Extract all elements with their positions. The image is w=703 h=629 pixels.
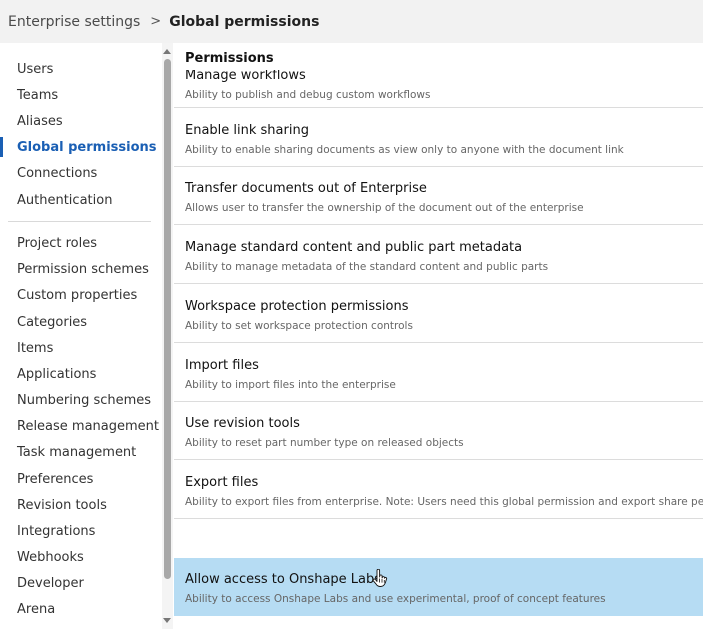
- scroll-up-arrow-icon[interactable]: [163, 49, 171, 54]
- permission-title: Allow access to Onshape Labs: [185, 572, 382, 587]
- sidebar-item-categories[interactable]: Categories: [17, 315, 87, 331]
- sidebar-item-webhooks[interactable]: Webhooks: [17, 550, 84, 566]
- permission-description: Allows user to transfer the ownership of…: [185, 202, 584, 214]
- permission-title: Use revision tools: [185, 416, 300, 431]
- sidebar-item-permission-schemes[interactable]: Permission schemes: [17, 262, 149, 278]
- sidebar-item-release-management[interactable]: Release management: [17, 419, 159, 435]
- sidebar-item-project-roles[interactable]: Project roles: [17, 236, 97, 252]
- permission-description: Ability to import files into the enterpr…: [185, 379, 396, 391]
- permission-title: Enable link sharing: [185, 123, 309, 138]
- permission-description: Ability to enable sharing documents as v…: [185, 144, 624, 156]
- permission-row-transfer-documents[interactable]: Transfer documents out of Enterprise All…: [174, 167, 703, 225]
- permission-description: Ability to set workspace protection cont…: [185, 320, 413, 332]
- permission-title: Transfer documents out of Enterprise: [185, 181, 427, 196]
- scroll-down-arrow-icon[interactable]: [163, 618, 171, 623]
- permission-title: Workspace protection permissions: [185, 299, 409, 314]
- sidebar-divider: [8, 221, 151, 222]
- breadcrumb: Enterprise settings > Global permissions: [0, 0, 703, 43]
- permission-description: Ability to access Onshape Labs and use e…: [185, 593, 606, 605]
- sidebar-item-teams[interactable]: Teams: [17, 88, 58, 104]
- permission-row-onshape-labs[interactable]: Allow access to Onshape Labs Ability to …: [174, 558, 703, 616]
- scrollbar-thumb[interactable]: [164, 59, 171, 579]
- active-item-marker: [0, 137, 3, 157]
- permission-title: Export files: [185, 475, 259, 490]
- sidebar-item-applications[interactable]: Applications: [17, 367, 96, 383]
- page-title: Global permissions: [169, 13, 320, 30]
- permission-description: Ability to reset part number type on rel…: [185, 437, 464, 449]
- hand-pointer-icon: [372, 569, 388, 587]
- sidebar-item-global-permissions[interactable]: Global permissions: [17, 140, 157, 156]
- permission-row-manage-standard-content[interactable]: Manage standard content and public part …: [174, 226, 703, 284]
- sidebar-scrollbar[interactable]: [162, 43, 173, 629]
- sidebar-item-developer[interactable]: Developer: [17, 576, 84, 592]
- breadcrumb-separator: >: [150, 14, 162, 29]
- permission-row-export-files[interactable]: Export files Ability to export files fro…: [174, 461, 703, 519]
- permission-description: Ability to manage metadata of the standa…: [185, 261, 549, 273]
- sidebar-item-task-management[interactable]: Task management: [17, 445, 136, 461]
- sidebar-nav: Users Teams Aliases Global permissions C…: [0, 43, 159, 629]
- sidebar-item-numbering-schemes[interactable]: Numbering schemes: [17, 393, 151, 409]
- breadcrumb-parent-link[interactable]: Enterprise settings: [8, 14, 140, 30]
- sidebar-item-items[interactable]: Items: [17, 341, 53, 357]
- sidebar-item-authentication[interactable]: Authentication: [17, 193, 112, 209]
- permission-title: Manage workflows: [185, 68, 306, 83]
- permission-title: Manage standard content and public part …: [185, 240, 523, 255]
- sidebar-item-users[interactable]: Users: [17, 62, 53, 78]
- sidebar-item-aliases[interactable]: Aliases: [17, 114, 63, 130]
- sidebar-item-arena[interactable]: Arena: [17, 602, 55, 618]
- permission-row-use-revision-tools[interactable]: Use revision tools Ability to reset part…: [174, 402, 703, 460]
- sidebar-item-custom-properties[interactable]: Custom properties: [17, 288, 137, 304]
- permissions-section-title: Permissions: [185, 51, 278, 66]
- permissions-panel: Permissions Manage workflows Ability to …: [174, 43, 703, 629]
- permission-description: Ability to export files from enterprise.…: [185, 496, 703, 508]
- permission-row-workspace-protection[interactable]: Workspace protection permissions Ability…: [174, 285, 703, 343]
- permission-description: Ability to publish and debug custom work…: [185, 89, 431, 101]
- permission-row-enable-link-sharing[interactable]: Enable link sharing Ability to enable sh…: [174, 109, 703, 167]
- sidebar-item-integrations[interactable]: Integrations: [17, 524, 95, 540]
- sidebar-item-connections[interactable]: Connections: [17, 166, 97, 182]
- sidebar-item-preferences[interactable]: Preferences: [17, 472, 93, 488]
- permission-title: Import files: [185, 358, 259, 373]
- sidebar-item-revision-tools[interactable]: Revision tools: [17, 498, 107, 514]
- permission-row-import-files[interactable]: Import files Ability to import files int…: [174, 344, 703, 402]
